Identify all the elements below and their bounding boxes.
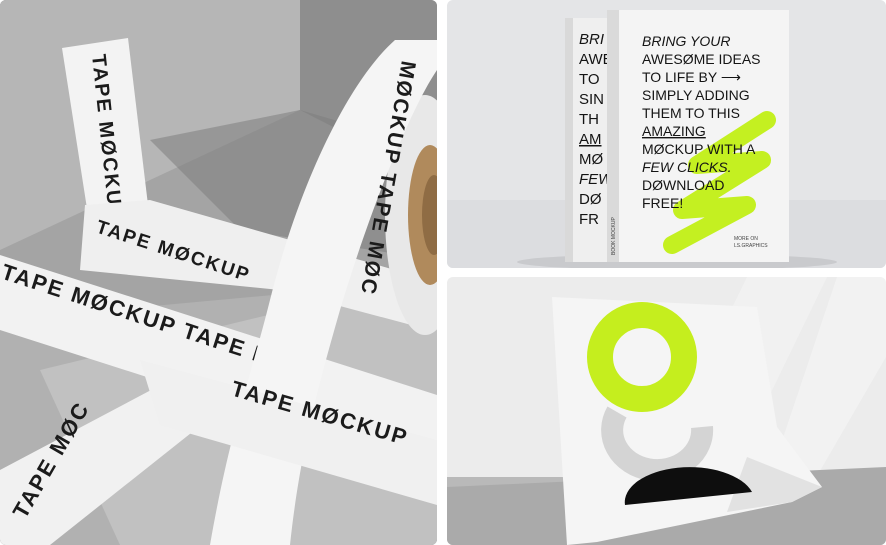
svg-text:FEW CLICKS.: FEW CLICKS. — [642, 159, 731, 175]
book-mockup-image[interactable]: BRI AWE TO SIN TH AM MØ FEW DØ FR BOOK M… — [447, 0, 886, 268]
svg-text:AWESØME IDEAS: AWESØME IDEAS — [642, 51, 761, 67]
poster-mockup-image[interactable] — [447, 277, 886, 545]
svg-text:FR: FR — [579, 211, 599, 228]
svg-text:DØ: DØ — [579, 191, 602, 208]
svg-text:DØWNLOAD: DØWNLOAD — [642, 177, 724, 193]
svg-text:MORE ON: MORE ON — [734, 236, 758, 242]
svg-text:TO: TO — [579, 71, 600, 88]
svg-text:AMAZING: AMAZING — [642, 123, 706, 139]
svg-text:THEM TO THIS: THEM TO THIS — [642, 105, 740, 121]
svg-text:BRING YOUR: BRING YOUR — [642, 33, 730, 49]
book-spine-label: BOOK MOCKUP — [611, 217, 617, 255]
svg-text:AM: AM — [579, 131, 602, 148]
svg-text:SIN: SIN — [579, 91, 604, 108]
svg-text:SIMPLY ADDING: SIMPLY ADDING — [642, 87, 750, 103]
svg-text:BRI: BRI — [579, 31, 604, 48]
tape-mockup-image[interactable]: TAPE MØCKUP TAPE MØCKUP TAPE MØCKUP TAPE… — [0, 0, 437, 545]
book-front: BOOK MOCKUP BRING YOUR AWESØME IDEAS TO … — [607, 10, 789, 262]
svg-text:MØ: MØ — [579, 151, 603, 168]
svg-text:FREE!: FREE! — [642, 195, 683, 211]
svg-text:LS.GRAPHICS: LS.GRAPHICS — [734, 243, 768, 249]
svg-text:TH: TH — [579, 111, 599, 128]
mockup-gallery: TAPE MØCKUP TAPE MØCKUP TAPE MØCKUP TAPE… — [0, 0, 886, 545]
book-mockup-scene: BRI AWE TO SIN TH AM MØ FEW DØ FR BOOK M… — [447, 0, 886, 268]
tape-mockup-scene: TAPE MØCKUP TAPE MØCKUP TAPE MØCKUP TAPE… — [0, 0, 437, 545]
svg-text:MØCKUP WITH A: MØCKUP WITH A — [642, 141, 756, 157]
svg-text:TO LIFE BY ⟶: TO LIFE BY ⟶ — [642, 69, 741, 85]
poster-mockup-scene — [447, 277, 886, 545]
